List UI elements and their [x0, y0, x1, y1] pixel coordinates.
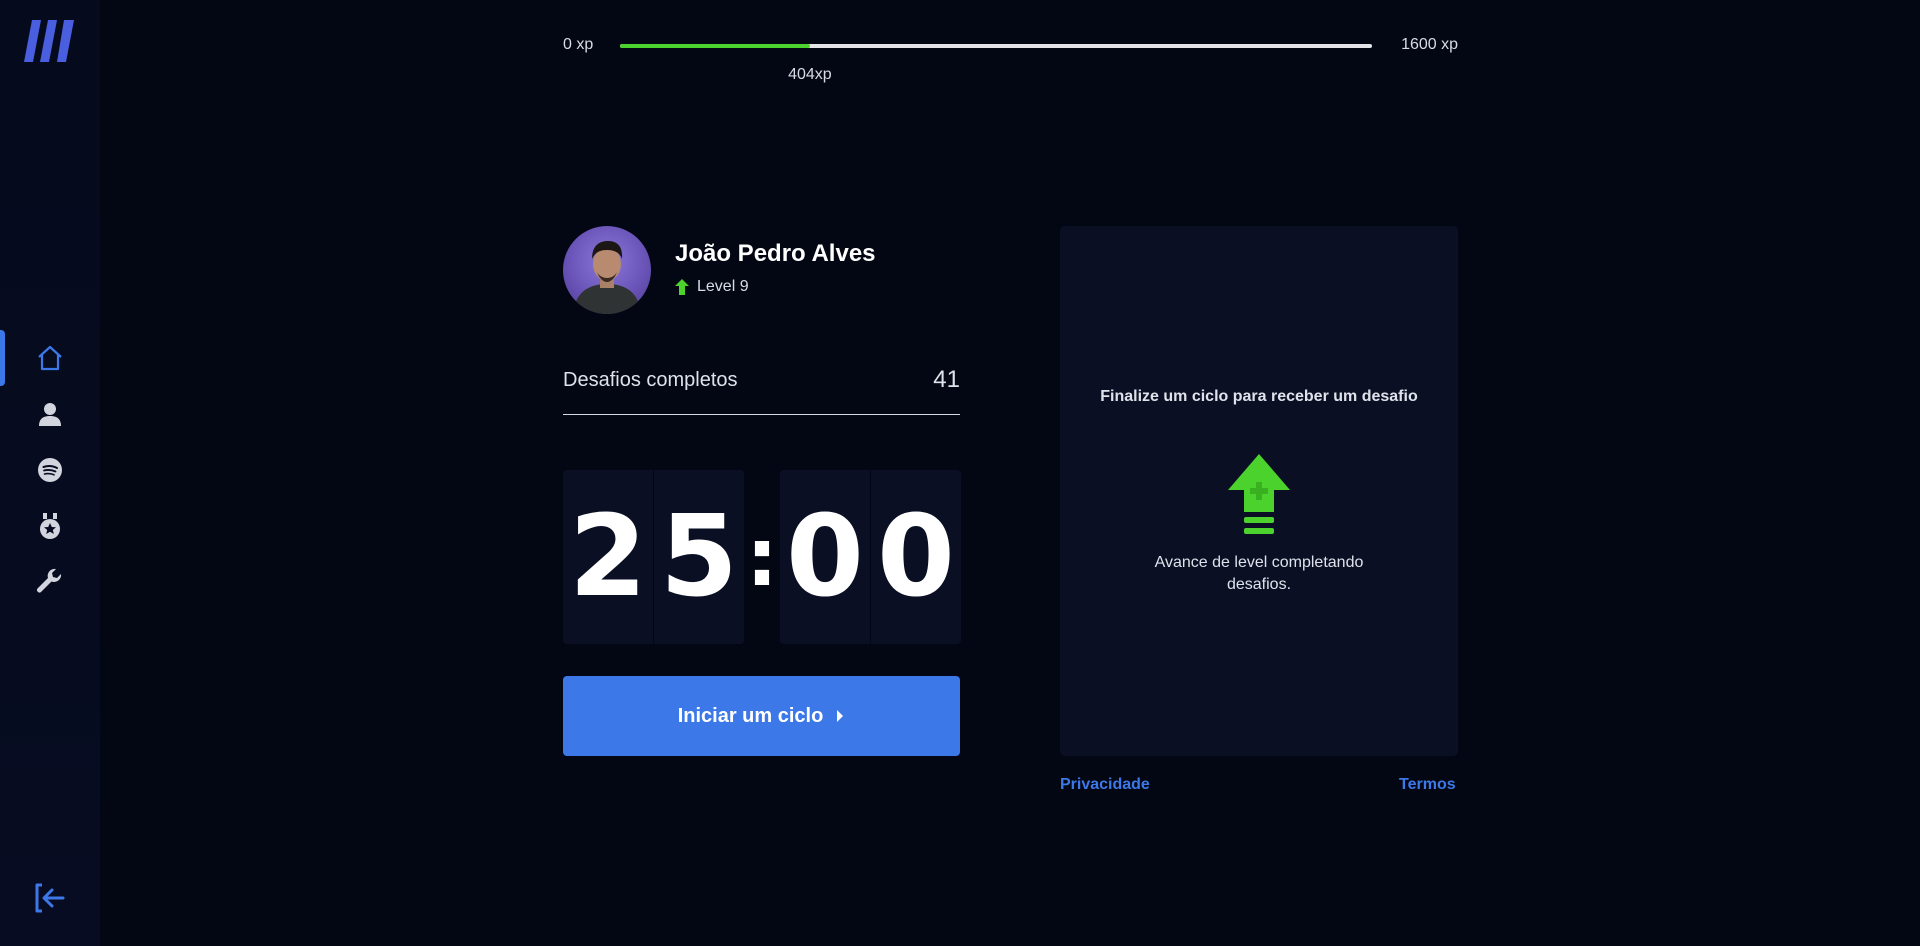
challenge-panel: Finalize um ciclo para receber um desafi…: [1060, 226, 1458, 756]
completed-challenges-count: 41: [933, 366, 960, 393]
play-arrow-icon: [837, 710, 844, 722]
xp-progress-fill: [620, 44, 810, 48]
sidebar-item-settings[interactable]: [0, 554, 100, 610]
profile-icon: [39, 403, 61, 426]
privacy-link[interactable]: Privacidade: [1060, 776, 1150, 794]
timer-minute-digit: 2: [563, 470, 654, 644]
sidebar-item-spotify[interactable]: [0, 442, 100, 498]
sidebar-item-profile[interactable]: [0, 386, 100, 442]
xp-track: 404xp: [620, 44, 1372, 83]
user-profile: João Pedro Alves Level 9: [563, 226, 963, 314]
challenge-panel-title: Finalize um ciclo para receber um desafi…: [1100, 388, 1418, 405]
start-cycle-label: Iniciar um ciclo: [677, 704, 824, 727]
challenge-panel-text: Avance de level completando desafios.: [1154, 554, 1364, 593]
start-cycle-button[interactable]: Iniciar um ciclo: [563, 676, 960, 756]
level-up-arrow-icon: [1228, 454, 1290, 534]
medal-icon: [40, 513, 60, 539]
xp-min-label: 0 xp: [563, 36, 594, 53]
user-level: Level 9: [675, 278, 749, 296]
completed-challenges-label: Desafios completos: [563, 368, 738, 391]
completed-challenges: Desafios completos 41: [563, 360, 960, 415]
level-up-icon: [675, 279, 689, 295]
xp-max-label: 1600 xp: [1401, 36, 1458, 53]
logout-icon[interactable]: [32, 880, 68, 916]
countdown-timer: 2 5 : 0 0: [563, 470, 961, 644]
sidebar-nav: [0, 330, 100, 610]
timer-second-digit: 0: [877, 492, 955, 622]
xp-current-label: 404xp: [788, 66, 832, 83]
user-name: João Pedro Alves: [675, 240, 876, 267]
home-icon: [38, 345, 62, 371]
avatar: [563, 226, 651, 314]
spotify-icon: [38, 458, 62, 482]
sidebar: [0, 0, 100, 946]
timer-minute-digit: 5: [660, 492, 738, 622]
app-logo[interactable]: [24, 20, 76, 62]
experience-bar: 0 xp 404xp 1600 xp: [563, 34, 1458, 84]
timer-seconds: 0 0: [780, 470, 961, 644]
terms-link[interactable]: Termos: [1399, 776, 1456, 794]
wrench-icon: [37, 568, 62, 593]
timer-minutes: 2 5: [563, 470, 744, 644]
sidebar-item-home[interactable]: [0, 330, 100, 386]
timer-separator: :: [746, 510, 778, 604]
user-level-label: Level 9: [697, 278, 749, 295]
sidebar-item-medals[interactable]: [0, 498, 100, 554]
timer-second-digit: 0: [780, 470, 871, 644]
